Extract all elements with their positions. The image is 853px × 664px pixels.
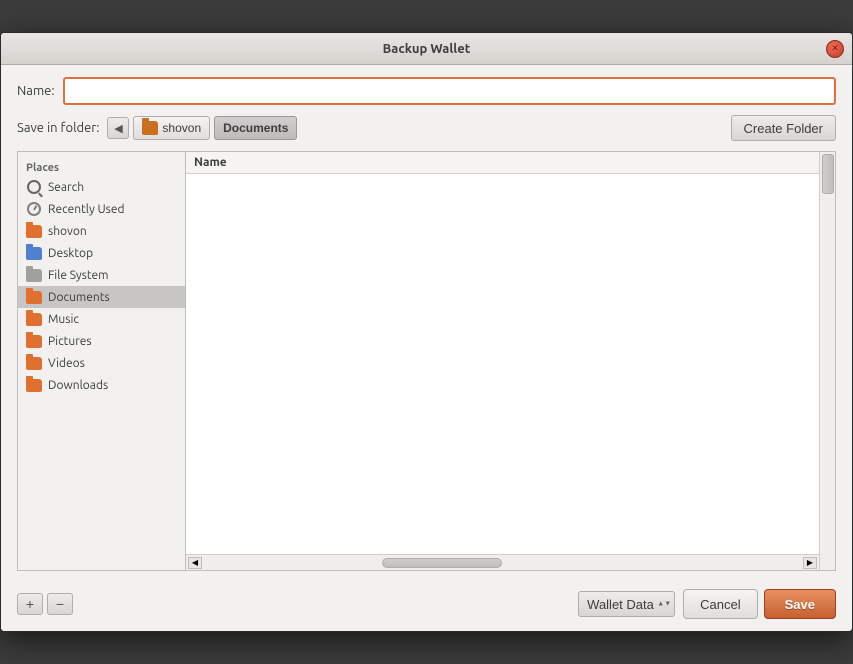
downloads-folder-icon bbox=[26, 377, 42, 393]
cancel-button[interactable]: Cancel bbox=[683, 589, 757, 619]
sidebar-item-recently-used[interactable]: Recently Used bbox=[18, 198, 185, 220]
sidebar-search-label: Search bbox=[48, 181, 84, 194]
save-in-row: Save in folder: ◀ shovon Documents Creat… bbox=[17, 115, 836, 141]
file-panel: Name ◀ ▶ bbox=[186, 152, 819, 570]
h-scroll-track bbox=[202, 557, 803, 569]
vertical-scrollbar[interactable] bbox=[819, 152, 835, 570]
create-folder-button[interactable]: Create Folder bbox=[731, 115, 836, 141]
sidebar-pictures-label: Pictures bbox=[48, 335, 92, 348]
horizontal-scrollbar[interactable]: ◀ ▶ bbox=[186, 554, 819, 570]
remove-bookmark-button[interactable]: − bbox=[47, 593, 73, 615]
type-selector[interactable]: Wallet Data All Files bbox=[578, 591, 675, 617]
shovon-folder-icon bbox=[26, 223, 42, 239]
sidebar-recently-used-label: Recently Used bbox=[48, 203, 125, 216]
recent-icon bbox=[26, 201, 42, 217]
type-selector-wrapper: Wallet Data All Files bbox=[578, 591, 675, 617]
breadcrumb-shovon-icon bbox=[142, 121, 158, 135]
scrollbar-thumb[interactable] bbox=[822, 154, 834, 194]
dialog-content: Name: Save in folder: ◀ shovon Documents… bbox=[1, 65, 852, 571]
h-scroll-right[interactable]: ▶ bbox=[803, 557, 817, 569]
sidebar-filesystem-label: File System bbox=[48, 269, 109, 282]
main-panel: Places Search Recently Used bbox=[17, 151, 836, 571]
desktop-folder-icon bbox=[26, 245, 42, 261]
sidebar: Places Search Recently Used bbox=[18, 152, 186, 570]
h-scroll-thumb[interactable] bbox=[382, 558, 502, 568]
sidebar-item-videos[interactable]: Videos bbox=[18, 352, 185, 374]
sidebar-item-music[interactable]: Music bbox=[18, 308, 185, 330]
sidebar-item-documents[interactable]: Documents bbox=[18, 286, 185, 308]
bottom-bar: + − Wallet Data All Files Cancel Save bbox=[1, 581, 852, 631]
breadcrumb-documents-label: Documents bbox=[223, 121, 288, 135]
scrollbar-track bbox=[821, 152, 835, 570]
back-button[interactable]: ◀ bbox=[107, 117, 129, 139]
file-panel-header: Name bbox=[186, 152, 819, 174]
breadcrumb-shovon-label: shovon bbox=[162, 121, 201, 135]
h-scroll-left[interactable]: ◀ bbox=[188, 557, 202, 569]
documents-folder-icon bbox=[26, 289, 42, 305]
sidebar-videos-label: Videos bbox=[48, 357, 85, 370]
sidebar-shovon-label: shovon bbox=[48, 225, 87, 238]
name-input[interactable] bbox=[63, 77, 836, 105]
title-bar: Backup Wallet bbox=[1, 33, 852, 65]
sidebar-item-search[interactable]: Search bbox=[18, 176, 185, 198]
name-column-header: Name bbox=[194, 156, 227, 169]
search-icon bbox=[26, 179, 42, 195]
sidebar-documents-label: Documents bbox=[48, 291, 110, 304]
file-panel-content[interactable] bbox=[186, 174, 819, 554]
add-bookmark-button[interactable]: + bbox=[17, 593, 43, 615]
breadcrumb-documents[interactable]: Documents bbox=[214, 116, 297, 140]
save-button[interactable]: Save bbox=[764, 589, 836, 619]
places-header: Places bbox=[18, 158, 185, 176]
sidebar-music-label: Music bbox=[48, 313, 79, 326]
breadcrumb-shovon[interactable]: shovon bbox=[133, 116, 210, 140]
sidebar-item-desktop[interactable]: Desktop bbox=[18, 242, 185, 264]
save-in-label: Save in folder: bbox=[17, 121, 99, 135]
dialog-window: Backup Wallet Name: Save in folder: ◀ sh… bbox=[0, 32, 853, 632]
filesystem-folder-icon bbox=[26, 267, 42, 283]
bottom-left: + − bbox=[17, 593, 73, 615]
dialog-title: Backup Wallet bbox=[383, 42, 471, 56]
pictures-folder-icon bbox=[26, 333, 42, 349]
sidebar-item-pictures[interactable]: Pictures bbox=[18, 330, 185, 352]
videos-folder-icon bbox=[26, 355, 42, 371]
sidebar-item-downloads[interactable]: Downloads bbox=[18, 374, 185, 396]
sidebar-item-shovon[interactable]: shovon bbox=[18, 220, 185, 242]
sidebar-desktop-label: Desktop bbox=[48, 247, 93, 260]
bottom-right: Wallet Data All Files Cancel Save bbox=[578, 589, 836, 619]
sidebar-downloads-label: Downloads bbox=[48, 379, 108, 392]
close-button[interactable] bbox=[826, 40, 844, 58]
action-buttons: Cancel Save bbox=[683, 589, 836, 619]
name-label: Name: bbox=[17, 84, 55, 98]
name-row: Name: bbox=[17, 77, 836, 105]
sidebar-item-file-system[interactable]: File System bbox=[18, 264, 185, 286]
music-folder-icon bbox=[26, 311, 42, 327]
